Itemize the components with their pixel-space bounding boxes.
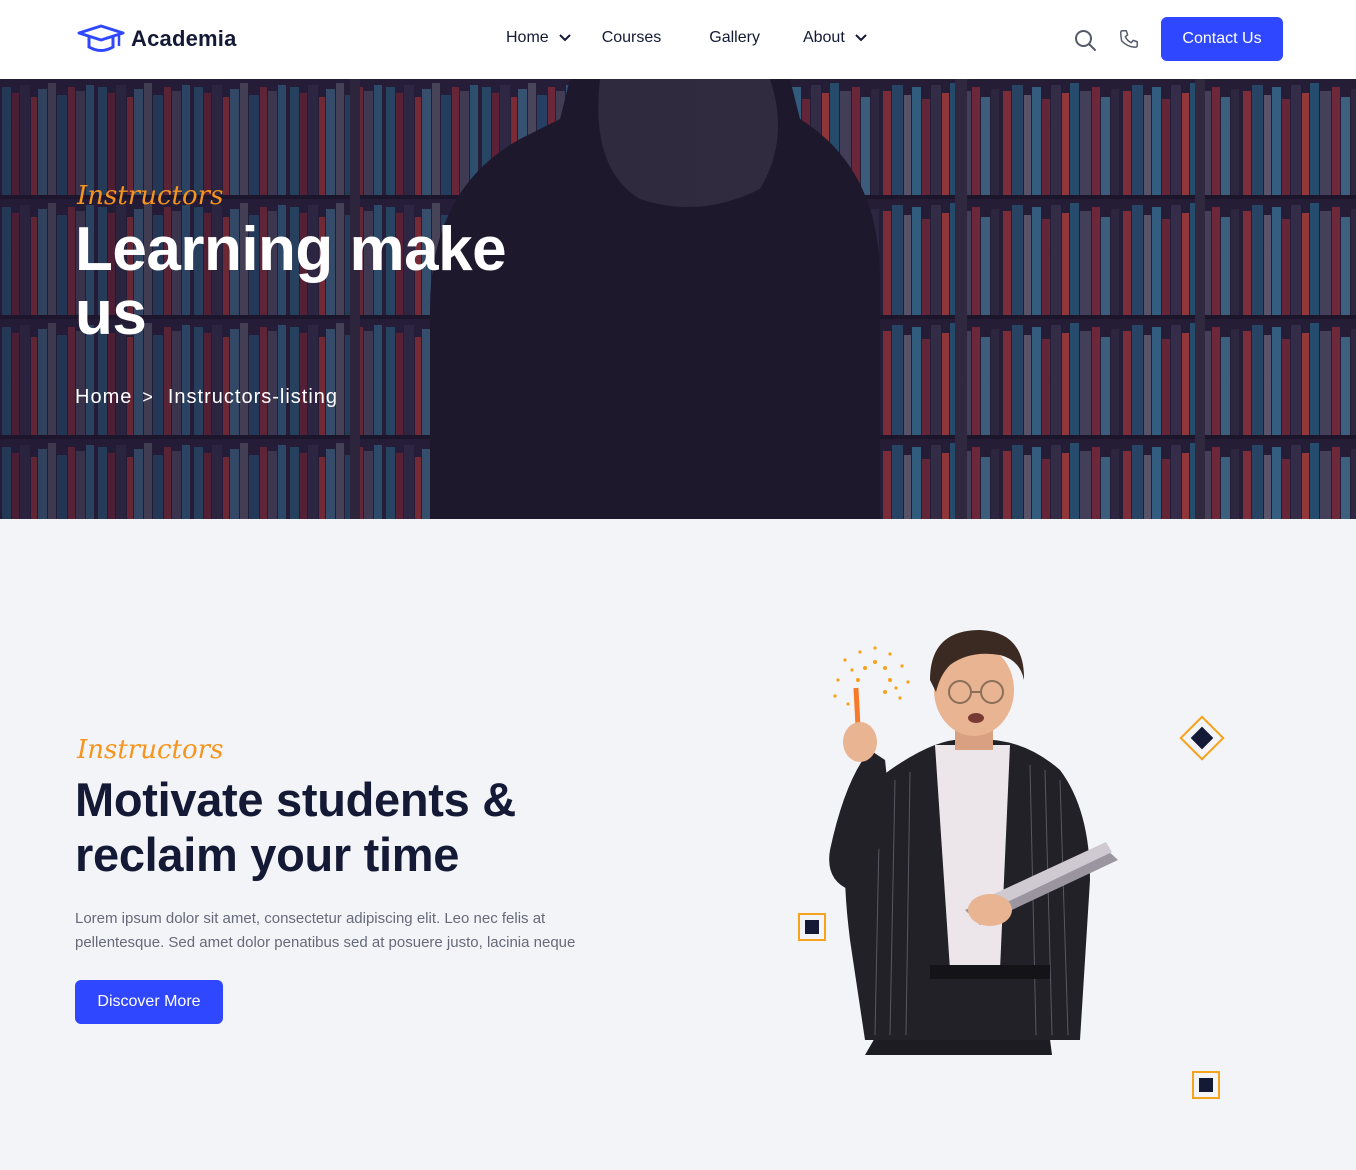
menu-item-label: Home [506,29,549,46]
sparkle-decoration [833,646,910,706]
section-tagline: Instructors [77,735,224,765]
menu-item-label: About [802,29,845,46]
hero-banner: Instructors Learning make us Home > Inst… [0,79,1356,519]
brand-name: Academia [131,26,237,51]
main-menu: Home Courses Gallery About [506,29,867,47]
graduation-cap-icon [77,24,125,52]
diamond-decoration [1179,715,1225,761]
breadcrumb-home-link[interactable]: Home [75,386,132,409]
menu-item-home[interactable]: Home [506,29,571,47]
square-decoration [798,913,826,941]
instructor-photo [829,630,1118,1055]
discover-more-button[interactable]: Discover More [75,980,223,1024]
brand-logo[interactable]: Academia [77,24,237,54]
square-decoration [1192,1071,1220,1099]
section-heading: Motivate students & reclaim your time [75,773,516,881]
chevron-down-icon [855,34,867,42]
page-title: Learning make us [75,215,507,348]
breadcrumb-current: Instructors-listing [167,386,339,408]
search-icon[interactable] [1073,28,1097,52]
menu-item-courses[interactable]: Courses [602,29,662,47]
breadcrumb: Home > Instructors-listing [75,386,338,409]
menu-item-gallery[interactable]: Gallery [709,29,760,47]
chevron-down-icon [558,34,571,42]
section-description: Lorem ipsum dolor sit amet, consectetur … [75,910,576,951]
hero-tagline: Instructors [77,181,224,211]
menu-item-label: Courses [601,29,662,46]
contact-us-button[interactable]: Contact Us [1161,17,1283,61]
phone-icon[interactable] [1118,28,1140,50]
menu-item-label: Gallery [709,29,760,46]
menu-item-about[interactable]: About [803,29,867,47]
breadcrumb-separator: > [142,387,154,407]
top-navbar: Academia Home Courses Gallery About Cont… [0,0,1356,79]
